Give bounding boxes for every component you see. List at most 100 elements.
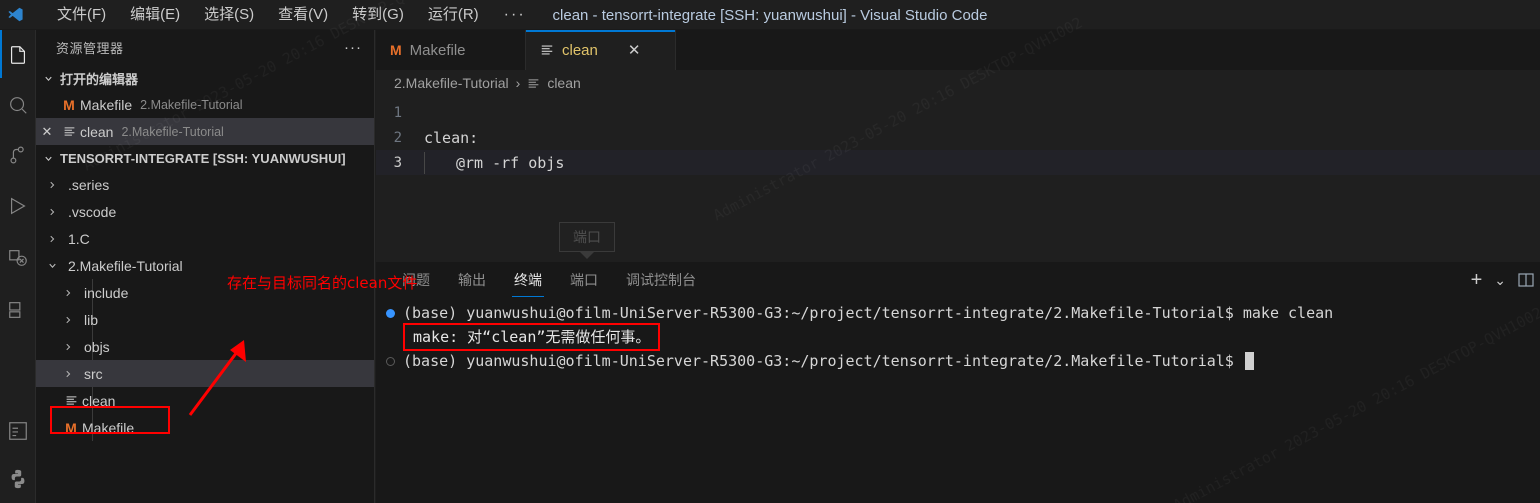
vscode-logo-icon <box>0 0 30 30</box>
close-icon[interactable]: ✕ <box>628 41 641 59</box>
tree-item-label: src <box>84 365 103 382</box>
accounts-python-icon[interactable] <box>0 455 36 503</box>
title-bar: 文件(F) 编辑(E) 选择(S) 查看(V) 转到(G) 运行(R) ··· … <box>0 0 1540 30</box>
editor-group: M Makefile clean ✕ 2.Makefile-Tutorial ›… <box>376 30 1540 262</box>
tree-item-label: include <box>84 284 129 301</box>
chevron-right-icon <box>60 369 76 379</box>
tree-item-series[interactable]: .series <box>36 171 374 198</box>
chevron-down-icon <box>40 150 56 166</box>
tab-terminal[interactable]: 终端 <box>500 262 556 297</box>
tree-item-label: .vscode <box>68 203 117 220</box>
sidebar-more-actions-icon[interactable]: ··· <box>344 39 362 56</box>
panel-actions: + ⌄ <box>1471 262 1534 297</box>
menu-view[interactable]: 查看(V) <box>269 3 337 27</box>
file-lines-icon <box>540 43 554 57</box>
line-number: 1 <box>393 104 402 121</box>
menu-selection[interactable]: 选择(S) <box>195 3 263 27</box>
chevron-right-icon <box>60 342 76 352</box>
line-content: @rm -rf objs <box>456 153 565 172</box>
file-lines-icon <box>527 77 540 90</box>
chevron-down-icon[interactable]: ⌄ <box>1494 273 1506 287</box>
editor-tab-bar: M Makefile clean ✕ <box>376 30 1540 70</box>
menu-run[interactable]: 运行(R) <box>419 3 488 27</box>
menu-bar[interactable]: 文件(F) 编辑(E) 选择(S) 查看(V) 转到(G) 运行(R) ··· <box>48 3 536 27</box>
code-line: 1 <box>376 100 1540 125</box>
workspace-root-header[interactable]: TENSORRT-INTEGRATE [SSH: YUANWUSHUI] <box>36 145 374 171</box>
panel-tab-bar: 问题 输出 终端 端口 调试控制台 + ⌄ <box>376 262 1540 297</box>
activity-bar-bottom <box>0 407 36 503</box>
line-number: 3 <box>393 154 402 171</box>
tree-item-label: 1.C <box>68 230 90 247</box>
chevron-right-icon <box>60 288 76 298</box>
makefile-icon: M <box>63 96 75 113</box>
line-content: clean: <box>424 128 479 147</box>
search-icon[interactable] <box>0 80 36 130</box>
source-control-icon[interactable] <box>0 130 36 180</box>
tree-item-vscode[interactable]: .vscode <box>36 198 374 225</box>
menu-go[interactable]: 转到(G) <box>343 3 413 27</box>
menu-edit[interactable]: 编辑(E) <box>121 3 189 27</box>
vscode-window: 文件(F) 编辑(E) 选择(S) 查看(V) 转到(G) 运行(R) ··· … <box>0 0 1540 503</box>
terminal-line-text: (base) yuanwushui@ofilm-UniServer-R5300-… <box>403 304 1334 322</box>
tree-item-lib[interactable]: lib <box>36 306 374 333</box>
code-editor[interactable]: 1 2 clean: 3 @rm -rf objs <box>376 96 1540 262</box>
open-editor-description: 2.Makefile-Tutorial <box>140 97 243 112</box>
breadcrumb-separator-icon: › <box>515 75 521 91</box>
split-terminal-icon[interactable] <box>1518 272 1534 288</box>
tab-output[interactable]: 输出 <box>444 262 500 297</box>
open-editor-name: Makefile <box>80 96 133 113</box>
code-line-current: 3 @rm -rf objs <box>376 150 1540 175</box>
menu-more-icon[interactable]: ··· <box>494 6 536 24</box>
tab-clean[interactable]: clean ✕ <box>526 30 676 70</box>
breadcrumb-folder[interactable]: 2.Makefile-Tutorial <box>394 75 509 91</box>
tree-item-label: 2.Makefile-Tutorial <box>68 257 183 274</box>
tab-debug-console[interactable]: 调试控制台 <box>612 262 710 297</box>
tab-makefile[interactable]: M Makefile <box>376 30 526 70</box>
breadcrumb-file[interactable]: clean <box>547 75 580 91</box>
file-lines-icon <box>58 125 80 138</box>
open-editor-description: 2.Makefile-Tutorial <box>121 124 224 139</box>
tree-item-label: .series <box>68 176 110 193</box>
chevron-right-icon <box>44 234 60 244</box>
sidebar-header: 资源管理器 ··· <box>36 30 374 65</box>
chevron-down-icon <box>40 70 56 86</box>
testing-icon[interactable] <box>0 407 36 455</box>
command-status-dot-icon <box>386 356 395 366</box>
bottom-panel: 问题 输出 终端 端口 调试控制台 + ⌄ (base) yuanwushui@… <box>376 262 1540 503</box>
chevron-right-icon <box>44 207 60 217</box>
remote-explorer-icon[interactable] <box>0 284 36 336</box>
command-status-dot-icon <box>386 308 395 318</box>
terminal-line: (base) yuanwushui@ofilm-UniServer-R5300-… <box>376 301 1540 325</box>
terminal-line-text: (base) yuanwushui@ofilm-UniServer-R5300-… <box>403 352 1243 370</box>
terminal-cursor <box>1244 352 1254 370</box>
tab-ports[interactable]: 端口 <box>556 262 612 297</box>
close-icon[interactable]: ✕ <box>36 124 58 140</box>
breadcrumb: 2.Makefile-Tutorial › clean <box>376 70 1540 96</box>
workspace-root-label: TENSORRT-INTEGRATE [SSH: YUANWUSHUI] <box>60 150 346 166</box>
indent-guide <box>424 151 425 174</box>
chevron-right-icon <box>44 180 60 190</box>
explorer-icon[interactable] <box>0 30 36 80</box>
sidebar-title: 资源管理器 <box>56 41 124 56</box>
open-editor-clean[interactable]: ✕ clean 2.Makefile-Tutorial <box>36 118 374 145</box>
new-terminal-icon[interactable]: + <box>1471 270 1483 290</box>
terminal-line-boxed: make: 对“clean”无需做任何事。 <box>376 323 1540 351</box>
annotation-arrow-icon <box>188 340 246 416</box>
run-and-debug-icon[interactable] <box>0 180 36 232</box>
terminal-line: (base) yuanwushui@ofilm-UniServer-R5300-… <box>376 349 1540 373</box>
menu-file[interactable]: 文件(F) <box>48 3 115 27</box>
annotation-box-clean-file <box>50 406 170 434</box>
code-line: 2 clean: <box>376 125 1540 150</box>
tree-item-label: objs <box>84 338 110 355</box>
tab-label: clean <box>562 41 598 59</box>
tooltip-arrow-icon <box>580 252 594 259</box>
tree-item-label: lib <box>84 311 99 328</box>
terminal-output[interactable]: (base) yuanwushui@ofilm-UniServer-R5300-… <box>376 297 1540 503</box>
makefile-icon: M <box>390 42 402 58</box>
extensions-icon[interactable] <box>0 232 36 284</box>
open-editors-section-header[interactable]: 打开的编辑器 <box>36 65 374 91</box>
open-editor-makefile[interactable]: M Makefile 2.Makefile-Tutorial <box>36 91 374 118</box>
tree-item-1c[interactable]: 1.C <box>36 225 374 252</box>
port-tooltip: 端口 <box>559 222 615 252</box>
line-number: 2 <box>393 129 402 146</box>
